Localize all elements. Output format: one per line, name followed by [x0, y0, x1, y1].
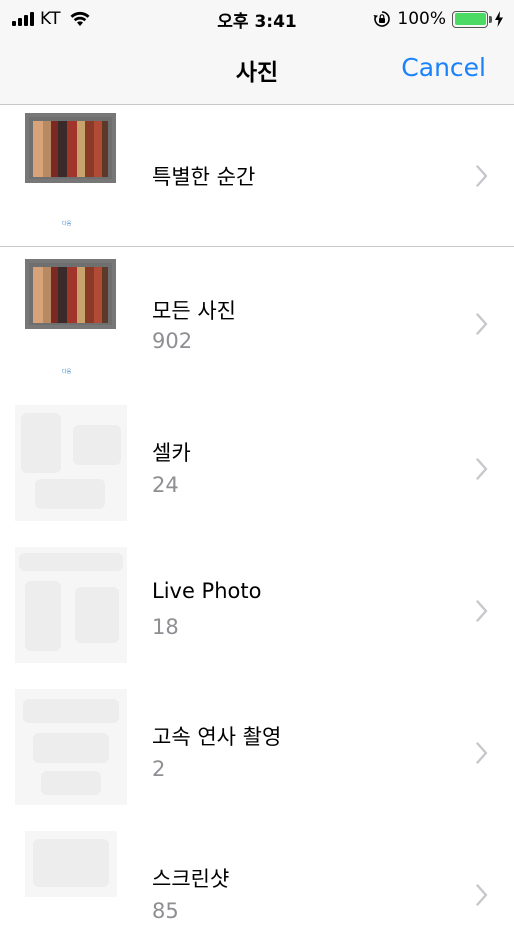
album-row-selfies[interactable]: 셀카 24	[0, 389, 514, 531]
album-name: 특별한 순간	[152, 165, 256, 189]
album-name: 스크린샷	[152, 867, 230, 891]
album-row-moments[interactable]: 다음 특별한 순간	[0, 105, 514, 247]
status-right: 100%	[373, 8, 504, 30]
album-row-live-photo[interactable]: Live Photo 18	[0, 531, 514, 673]
album-count: 902	[152, 329, 193, 353]
chevron-right-icon	[476, 313, 488, 335]
navigation-bar: 사진 Cancel	[0, 38, 514, 105]
album-count: 24	[152, 473, 179, 497]
battery-fill	[454, 13, 486, 25]
thumbnail-caption: 다음	[62, 369, 72, 375]
album-count: 2	[152, 757, 166, 781]
chevron-right-icon	[476, 884, 488, 906]
chevron-right-icon	[476, 742, 488, 764]
album-thumbnail	[15, 405, 127, 521]
album-row-all-photos[interactable]: 다음 모든 사진 902	[0, 247, 514, 389]
album-thumbnail	[15, 547, 127, 663]
album-thumbnail	[25, 259, 116, 329]
album-thumbnail	[15, 689, 127, 805]
chevron-right-icon	[476, 458, 488, 480]
album-thumbnail	[25, 113, 116, 183]
battery-icon	[452, 10, 492, 28]
album-count: 18	[152, 615, 179, 639]
battery-percent: 100%	[397, 9, 446, 29]
album-count: 85	[152, 899, 179, 923]
orientation-lock-icon	[373, 11, 391, 27]
chevron-right-icon	[476, 165, 488, 187]
charging-bolt-icon	[495, 11, 503, 27]
album-thumbnail	[25, 831, 117, 897]
album-row-bursts[interactable]: 고속 연사 촬영 2	[0, 673, 514, 815]
thumbnail-caption: 다음	[62, 221, 72, 227]
album-name: 모든 사진	[152, 299, 236, 323]
chevron-right-icon	[476, 600, 488, 622]
status-bar: KT 오후 3:41 100%	[0, 0, 514, 38]
album-name: 고속 연사 촬영	[152, 725, 282, 749]
cancel-button[interactable]: Cancel	[401, 53, 486, 82]
album-name: 셀카	[152, 441, 191, 465]
album-name: Live Photo	[152, 579, 262, 603]
album-row-screenshots[interactable]: 스크린샷 85	[0, 815, 514, 930]
